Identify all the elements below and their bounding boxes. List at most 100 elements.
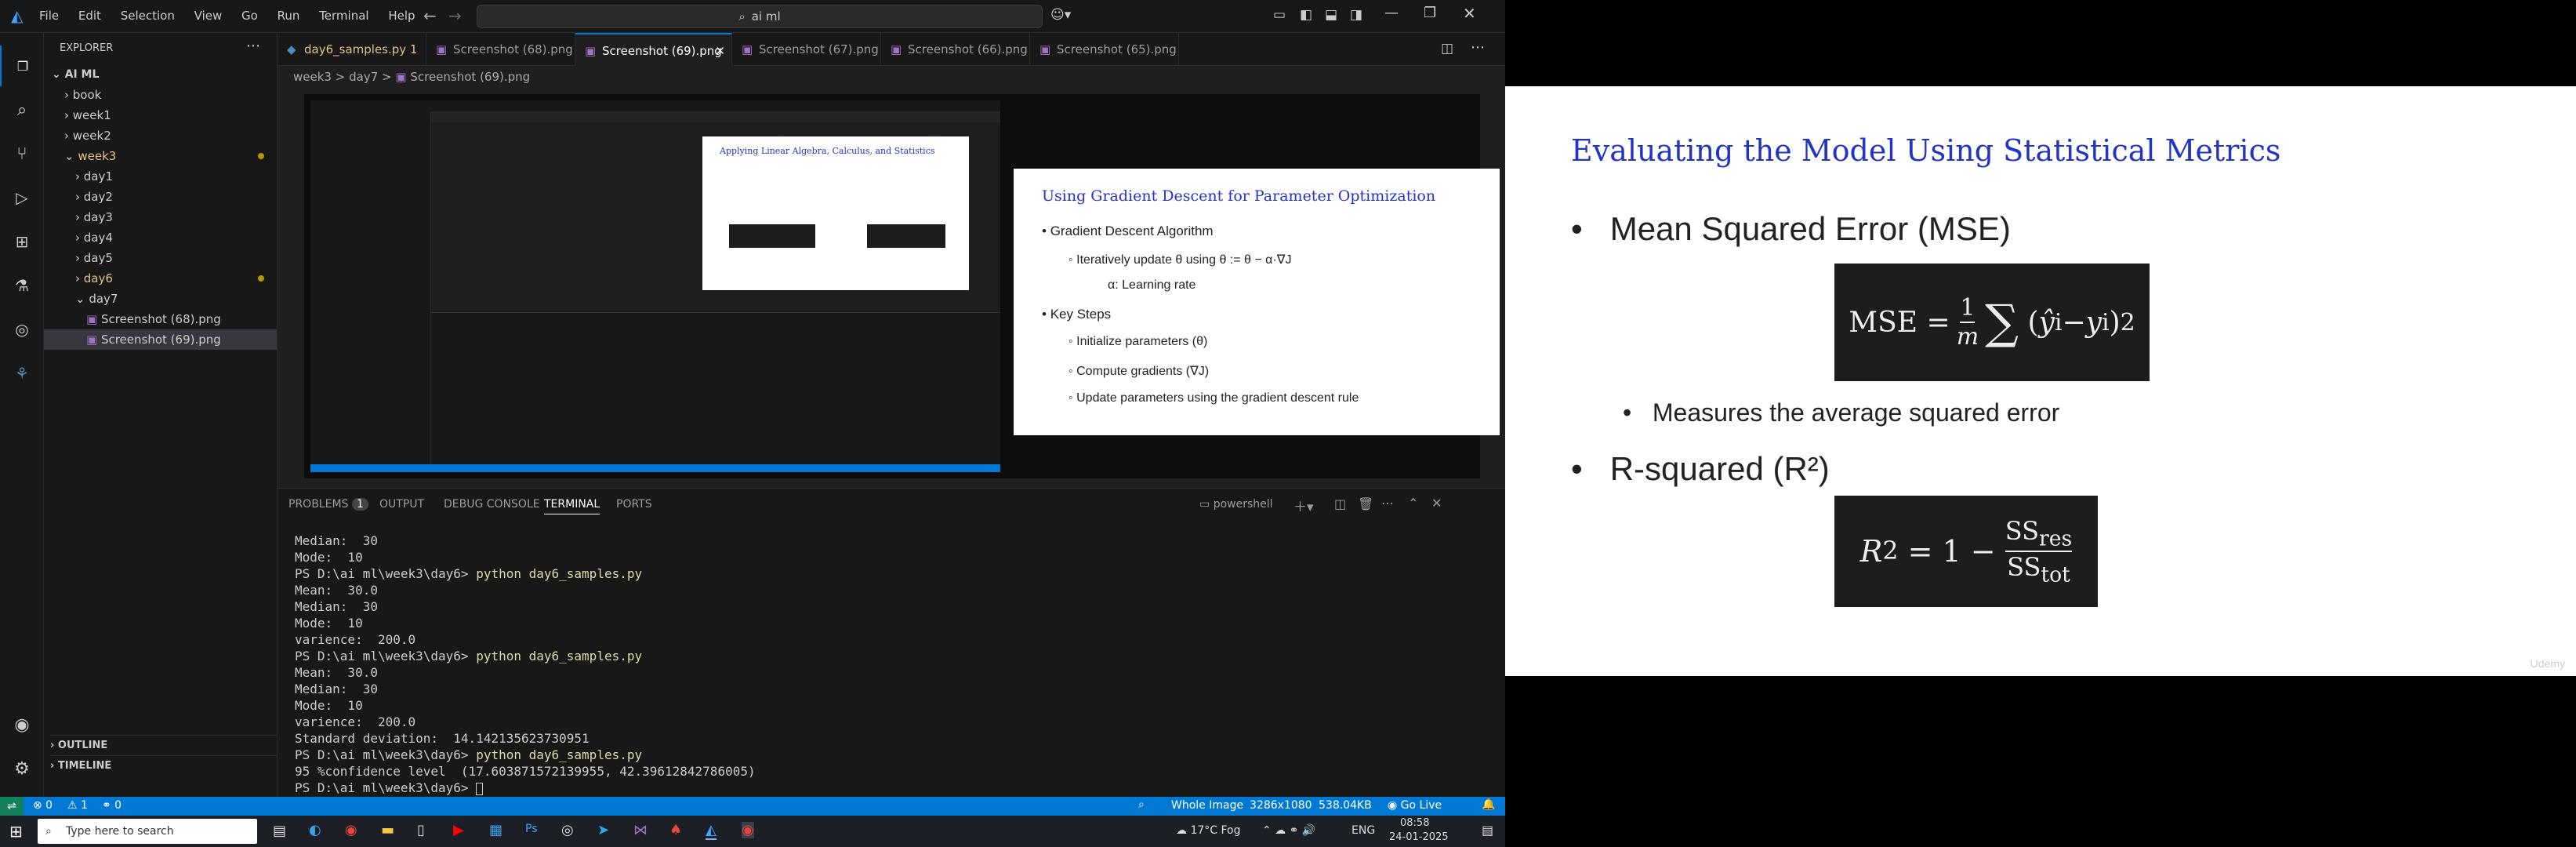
toggle-sidebar-icon[interactable]: ◧ <box>1300 7 1312 23</box>
menu-edit[interactable]: Edit <box>78 9 101 23</box>
split-terminal-icon[interactable]: ◫ <box>1334 496 1346 511</box>
app-icon[interactable]: ➤ <box>597 822 609 838</box>
menu-selection[interactable]: Selection <box>121 9 175 23</box>
terminal-output[interactable]: Median: 30 Mode: 10 PS D:\ai ml\week3\day6… <box>295 533 756 796</box>
testing-icon[interactable]: ⚗ <box>0 265 44 306</box>
outline-section[interactable]: › OUTLINE <box>50 735 278 755</box>
copilot-chat-icon[interactable]: ◎ <box>0 309 44 350</box>
image-fit-mode[interactable]: Whole Image <box>1171 799 1243 812</box>
tree-folder-item[interactable]: › day2 <box>44 187 277 207</box>
tree-folder-item[interactable]: ⌄ week3 <box>44 146 277 166</box>
tree-folder-item[interactable]: › day4 <box>44 227 277 248</box>
go-live-button[interactable]: ◉ Go Live <box>1388 799 1442 812</box>
tree-folder-item[interactable]: › week1 <box>44 105 277 125</box>
toggle-secondary-sidebar-icon[interactable]: ◨ <box>1350 7 1362 23</box>
windows-start-icon[interactable]: ⊞ <box>9 822 23 841</box>
menu-go[interactable]: Go <box>241 9 258 23</box>
breadcrumb-day7[interactable]: day7 <box>349 70 378 84</box>
tab-problems[interactable]: PROBLEMS 1 <box>288 498 368 511</box>
photoshop-icon[interactable]: Ps <box>525 823 538 835</box>
warnings-count[interactable]: ⚠ 1 <box>67 799 88 812</box>
more-actions-icon[interactable]: ⋯ <box>246 38 260 54</box>
source-control-icon[interactable]: ⑂ <box>0 133 44 174</box>
tray-icons[interactable]: ⌃ ☁ ⚭ 🔊 <box>1262 824 1315 837</box>
panel-more-icon[interactable]: ⋯ <box>1381 496 1394 511</box>
zoom-icon[interactable]: ⌕ <box>1138 798 1145 811</box>
menu-help[interactable]: Help <box>388 9 415 23</box>
copilot-icon[interactable]: ☺▾ <box>1050 7 1071 23</box>
notifications-icon[interactable]: 🔔 <box>1482 798 1495 811</box>
timeline-section[interactable]: › TIMELINE <box>50 755 278 776</box>
workspace-root[interactable]: ⌄ AI ML <box>52 64 99 85</box>
tab-output[interactable]: OUTPUT <box>379 498 424 511</box>
tree-folder-item[interactable]: › day3 <box>44 207 277 227</box>
menu-view[interactable]: View <box>194 9 223 23</box>
minimize-icon[interactable]: — <box>1384 5 1399 21</box>
menu-terminal[interactable]: Terminal <box>319 9 368 23</box>
visual-studio-icon[interactable]: ⋈ <box>633 822 648 838</box>
tree-file-item[interactable]: ▣ Screenshot (68).png <box>44 309 277 329</box>
close-tab-icon[interactable]: ✕ <box>715 35 725 67</box>
clock-time[interactable]: 08:58 <box>1400 817 1429 829</box>
errors-count[interactable]: ⊗ 0 <box>33 799 53 812</box>
layout-toggle-icon[interactable]: ▭ <box>1273 7 1286 23</box>
tab-screenshot-69[interactable]: ▣ Screenshot (69).png ✕ <box>575 33 732 66</box>
back-arrow-icon[interactable]: ← <box>423 6 437 25</box>
document-icon[interactable]: ▯ <box>417 822 425 838</box>
terminal-profile[interactable]: ▭ powershell <box>1199 498 1273 511</box>
search-view-icon[interactable]: ⌕ <box>0 89 44 130</box>
forward-arrow-icon[interactable]: → <box>448 6 462 25</box>
language-indicator[interactable]: ENG <box>1351 824 1375 837</box>
breadcrumb-week3[interactable]: week3 <box>293 70 332 84</box>
task-view-icon[interactable]: ▤ <box>273 823 286 839</box>
manage-gear-icon[interactable]: ⚙ <box>0 748 44 789</box>
explorer-icon[interactable]: ❐ <box>0 45 44 86</box>
breadcrumb-file[interactable]: Screenshot (69).png <box>410 70 530 84</box>
chrome-icon[interactable]: ◉ <box>345 822 357 838</box>
remote-icon[interactable]: ⇌ <box>0 797 24 816</box>
tree-file-item[interactable]: ▣ Screenshot (69).png <box>44 329 277 350</box>
maximize-panel-icon[interactable]: ⌃ <box>1408 496 1418 511</box>
menu-file[interactable]: File <box>39 9 59 23</box>
tab-ports[interactable]: PORTS <box>616 498 652 511</box>
split-editor-icon[interactable]: ◫ <box>1441 41 1453 56</box>
new-terminal-icon[interactable]: ＋▾ <box>1293 496 1314 515</box>
vscode-taskbar-icon[interactable]: ◭ <box>706 822 717 840</box>
tab-debug-console[interactable]: DEBUG CONSOLE <box>444 498 540 511</box>
kill-terminal-icon[interactable]: 🗑 <box>1358 496 1373 511</box>
tree-folder-item[interactable]: ⌄ day7 <box>44 289 277 309</box>
tab-day6-samples[interactable]: ◆ day6_samples.py 1 <box>278 33 426 66</box>
app-icon[interactable]: ♠ <box>669 822 682 838</box>
extensions-icon[interactable]: ⊞ <box>0 221 44 262</box>
chrome-taskbar-icon[interactable]: ◉ <box>742 822 754 838</box>
tab-screenshot-67[interactable]: ▣ Screenshot (67).png <box>732 33 881 66</box>
close-window-icon[interactable]: ✕ <box>1463 4 1476 23</box>
command-center-search[interactable]: ⌕ ai ml <box>477 5 1043 28</box>
clock-date[interactable]: 24-01-2025 <box>1389 831 1449 843</box>
store-icon[interactable]: ▦ <box>489 822 503 838</box>
tree-folder-item[interactable]: › day1 <box>44 166 277 187</box>
editor-more-icon[interactable]: ⋯ <box>1471 39 1485 56</box>
taskbar-search[interactable]: ⌕ Type here to search <box>38 819 257 844</box>
notification-center-icon[interactable]: ▤ <box>1482 823 1493 838</box>
tree-folder-item[interactable]: › day6 <box>44 268 277 289</box>
edge-icon[interactable]: ◐ <box>309 822 321 838</box>
tab-screenshot-65[interactable]: ▣ Screenshot (65).png <box>1030 33 1179 66</box>
youtube-icon[interactable]: ▶ <box>453 822 464 838</box>
tab-terminal[interactable]: TERMINAL <box>544 498 600 514</box>
close-panel-icon[interactable]: ✕ <box>1431 496 1442 511</box>
image-preview[interactable]: Applying Linear Algebra, Calculus, and S… <box>304 94 1500 478</box>
tab-screenshot-66[interactable]: ▣ Screenshot (66).png <box>881 33 1030 66</box>
tree-folder-item[interactable]: › week2 <box>44 125 277 146</box>
tree-folder-item[interactable]: › book <box>44 85 277 105</box>
run-debug-icon[interactable]: ▷ <box>0 177 44 218</box>
toggle-panel-icon[interactable]: ⬓ <box>1325 7 1337 23</box>
restore-icon[interactable]: ❐ <box>1424 5 1436 21</box>
tab-screenshot-68[interactable]: ▣ Screenshot (68).png <box>426 33 575 66</box>
file-explorer-icon[interactable]: ▬ <box>381 822 394 838</box>
ports-count[interactable]: ⚭ 0 <box>102 799 122 812</box>
menu-run[interactable]: Run <box>278 9 300 23</box>
accounts-icon[interactable]: ◉ <box>0 704 44 745</box>
app-icon[interactable]: ◎ <box>561 822 574 838</box>
tree-folder-item[interactable]: › day5 <box>44 248 277 268</box>
